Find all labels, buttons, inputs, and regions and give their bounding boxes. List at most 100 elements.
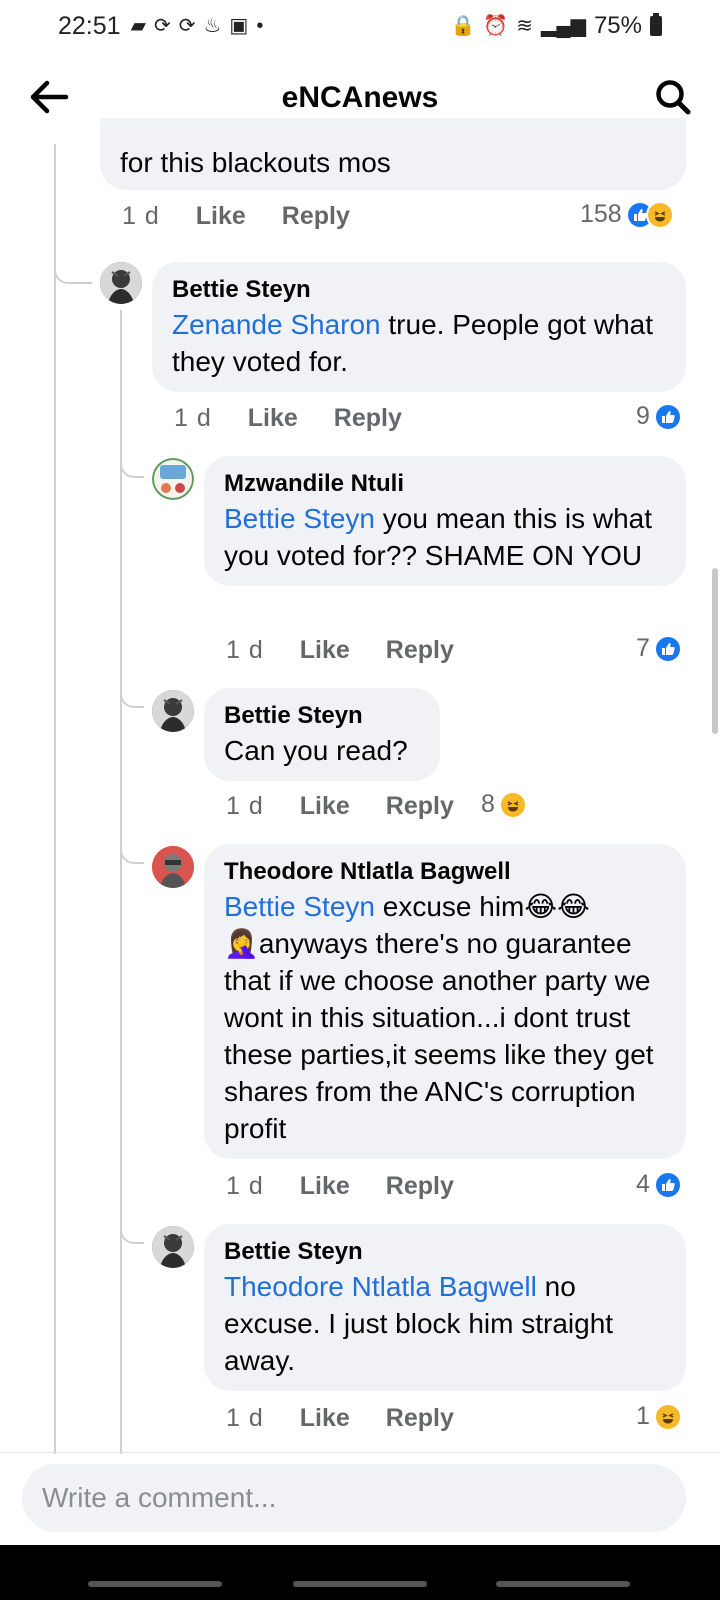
comment-bubble[interactable]: Bettie Steyn Zenande Sharon true. People… bbox=[152, 262, 686, 392]
comment-actions: 1 d Like Reply bbox=[226, 1172, 454, 1201]
comment-age: 1 d bbox=[226, 1172, 264, 1200]
alarm-icon: ⏰ bbox=[483, 15, 509, 37]
thread-line-root bbox=[54, 144, 56, 1454]
reaction-count: 158 bbox=[580, 200, 622, 228]
system-nav-bar bbox=[0, 1545, 720, 1600]
reply-button[interactable]: Reply bbox=[386, 792, 454, 821]
status-time: 22:51 bbox=[58, 11, 121, 40]
like-button[interactable]: Like bbox=[196, 202, 246, 231]
comment-bubble[interactable]: for this blackouts mos bbox=[100, 118, 686, 190]
system-icons: 🔒 ⏰ ≋ ▂▄▆ 75% bbox=[450, 12, 662, 40]
reaction-summary[interactable]: 1 bbox=[636, 1402, 682, 1431]
reply-button[interactable]: Reply bbox=[386, 636, 454, 665]
comment-bubble[interactable]: Bettie Steyn Can you read? bbox=[204, 688, 440, 781]
comment-bubble[interactable]: Bettie Steyn Theodore Ntlatla Bagwell no… bbox=[204, 1224, 686, 1391]
like-button[interactable]: Like bbox=[300, 636, 350, 665]
comment-age: 1 d bbox=[226, 792, 264, 820]
haha-reaction-icon bbox=[645, 200, 674, 229]
nav-recent-handle[interactable] bbox=[88, 1581, 222, 1587]
nav-back-handle[interactable] bbox=[496, 1581, 630, 1587]
like-button[interactable]: Like bbox=[300, 792, 350, 821]
comment-age: 1 d bbox=[226, 1404, 264, 1432]
signal-icon: ▂▄▆ bbox=[541, 15, 586, 37]
comment-author[interactable]: Bettie Steyn bbox=[224, 1236, 666, 1268]
comment-text: for this blackouts mos bbox=[120, 147, 391, 178]
mention-link[interactable]: Zenande Sharon bbox=[172, 309, 381, 340]
back-button[interactable] bbox=[26, 74, 72, 120]
reaction-count: 7 bbox=[636, 634, 650, 662]
haha-reaction-icon bbox=[498, 790, 527, 819]
message-icon: ▰ bbox=[130, 15, 146, 37]
haha-reaction-icon bbox=[653, 1402, 682, 1431]
sync-icon-2: ⟳ bbox=[178, 15, 196, 37]
reaction-summary[interactable]: 4 bbox=[636, 1170, 682, 1199]
thread-connector bbox=[54, 230, 92, 284]
notification-icon: ♨ bbox=[203, 15, 222, 37]
avatar[interactable] bbox=[152, 1226, 194, 1268]
avatar[interactable] bbox=[152, 458, 194, 500]
nav-home-handle[interactable] bbox=[293, 1581, 427, 1587]
reply-button[interactable]: Reply bbox=[334, 404, 402, 433]
comment-bubble[interactable]: Theodore Ntlatla Bagwell Bettie Steyn ex… bbox=[204, 844, 686, 1159]
like-button[interactable]: Like bbox=[300, 1172, 350, 1201]
linkedin-icon: ▣ bbox=[229, 15, 249, 37]
like-reaction-icon bbox=[653, 402, 682, 431]
composer-divider bbox=[0, 1452, 720, 1453]
battery-icon bbox=[650, 13, 662, 36]
comment-text: Bettie Steyn excuse him😂😂 🤦‍♀️anyways the… bbox=[224, 891, 654, 1144]
thread-line-nested bbox=[120, 310, 122, 1454]
comment-actions: 1 d Like Reply bbox=[226, 636, 454, 665]
lock-icon: 🔒 bbox=[450, 15, 476, 37]
like-reaction-icon bbox=[653, 1170, 682, 1199]
status-bar: 22:51 ▰ ⟳ ⟳ ♨ ▣ • 🔒 ⏰ ≋ ▂▄▆ 75% bbox=[0, 0, 720, 52]
comment-author[interactable]: Mzwandile Ntuli bbox=[224, 468, 666, 500]
avatar[interactable] bbox=[100, 262, 142, 304]
reaction-summary[interactable]: 7 bbox=[636, 634, 682, 663]
search-button[interactable] bbox=[650, 74, 696, 120]
mention-link[interactable]: Theodore Ntlatla Bagwell bbox=[224, 1271, 537, 1302]
reaction-summary[interactable]: 158 bbox=[580, 200, 674, 229]
scrollbar[interactable] bbox=[712, 568, 718, 734]
reaction-count: 1 bbox=[636, 1402, 650, 1430]
comment-author[interactable]: Theodore Ntlatla Bagwell bbox=[224, 856, 666, 888]
reply-button[interactable]: Reply bbox=[386, 1172, 454, 1201]
comment-author[interactable]: Bettie Steyn bbox=[224, 700, 420, 732]
thread-connector bbox=[120, 826, 144, 864]
thread-connector bbox=[120, 440, 144, 478]
like-button[interactable]: Like bbox=[248, 404, 298, 433]
comment-actions: 1 d Like Reply bbox=[174, 404, 402, 433]
thread-connector bbox=[120, 1206, 144, 1244]
reaction-summary[interactable]: 8 bbox=[481, 790, 527, 819]
comment-author[interactable]: Bettie Steyn bbox=[172, 274, 666, 306]
comment-age: 1 d bbox=[226, 636, 264, 664]
comment-text: Zenande Sharon true. People got what the… bbox=[172, 309, 654, 377]
reaction-count: 8 bbox=[481, 790, 495, 818]
reply-button[interactable]: Reply bbox=[386, 1404, 454, 1433]
like-button[interactable]: Like bbox=[300, 1404, 350, 1433]
comment-text: Can you read? bbox=[224, 735, 408, 766]
like-reaction-icon bbox=[653, 634, 682, 663]
sync-icon: ⟳ bbox=[153, 15, 171, 37]
thread-connector bbox=[120, 670, 144, 708]
comment-composer[interactable] bbox=[22, 1464, 686, 1532]
comment-age: 1 d bbox=[122, 202, 160, 230]
comment-input[interactable] bbox=[42, 1482, 666, 1514]
search-icon bbox=[656, 80, 691, 115]
reply-button[interactable]: Reply bbox=[282, 202, 350, 231]
wifi-icon: ≋ bbox=[516, 15, 534, 37]
notification-icons: ▰ ⟳ ⟳ ♨ ▣ • bbox=[131, 16, 264, 36]
comment-text: Bettie Steyn you mean this is what you v… bbox=[224, 503, 653, 571]
comment-actions: 1 d Like Reply bbox=[226, 792, 454, 821]
battery-percent: 75% bbox=[593, 12, 642, 39]
comment-bubble[interactable]: Mzwandile Ntuli Bettie Steyn you mean th… bbox=[204, 456, 686, 586]
back-arrow-icon bbox=[30, 80, 69, 114]
reaction-count: 4 bbox=[636, 1170, 650, 1198]
reaction-summary[interactable]: 9 bbox=[636, 402, 682, 431]
comment-actions: 1 d Like Reply bbox=[226, 1404, 454, 1433]
mention-link[interactable]: Bettie Steyn bbox=[224, 503, 375, 534]
reaction-count: 9 bbox=[636, 402, 650, 430]
avatar[interactable] bbox=[152, 846, 194, 888]
mention-link[interactable]: Bettie Steyn bbox=[224, 891, 375, 922]
avatar[interactable] bbox=[152, 690, 194, 732]
more-dot-icon: • bbox=[256, 15, 264, 37]
